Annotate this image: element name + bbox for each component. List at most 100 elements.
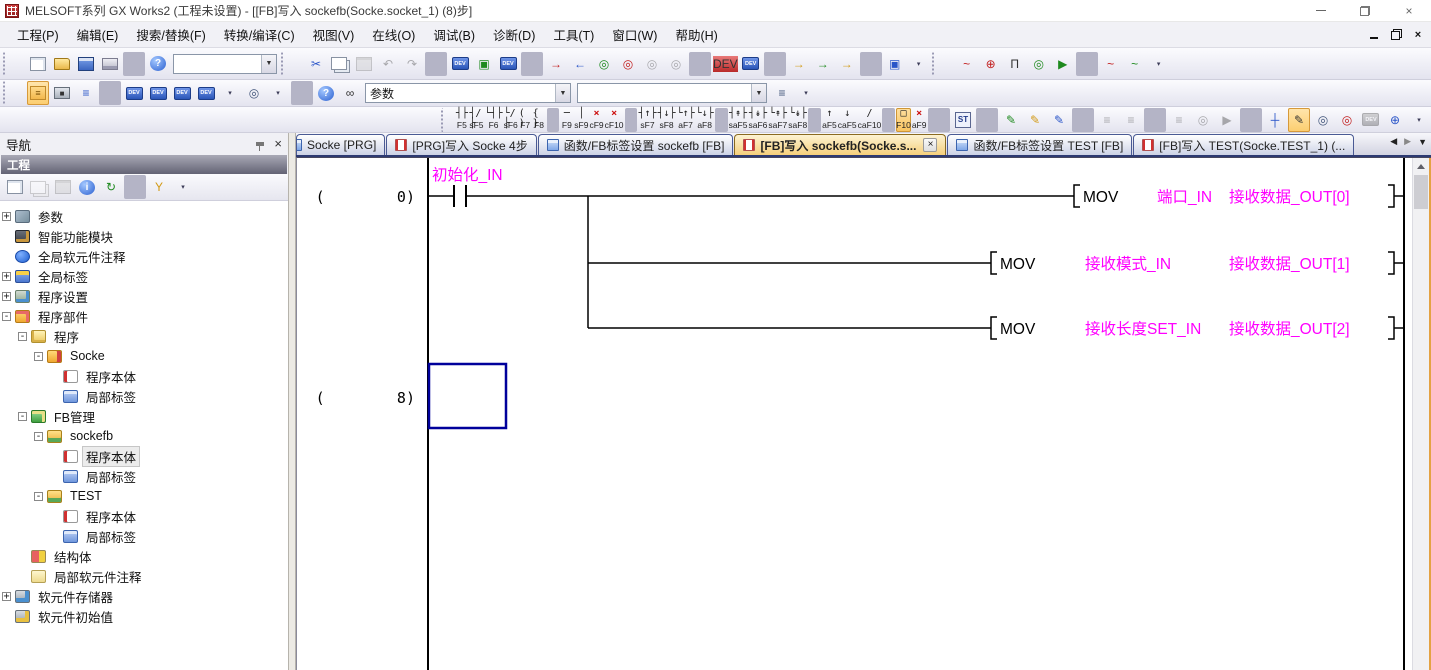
- expander-icon[interactable]: +: [2, 592, 11, 601]
- cross-reference-button[interactable]: ∞: [339, 81, 361, 105]
- tab-scroll-right-icon[interactable]: ▶: [1404, 136, 1411, 147]
- mdi-restore-button[interactable]: [1389, 29, 1403, 41]
- watch-register-button[interactable]: ~: [1100, 52, 1122, 76]
- save-project-button[interactable]: [75, 52, 97, 76]
- connect-line-edit-icon[interactable]: ┼: [1264, 108, 1286, 132]
- falling-pulse-not-branch-key[interactable]: └↡├saF8: [788, 108, 807, 132]
- menu-find-replace[interactable]: 搜索/替换(F): [127, 21, 214, 48]
- tree-item-program[interactable]: - 程序: [0, 326, 288, 346]
- menu-edit[interactable]: 编辑(E): [68, 21, 128, 48]
- new-project-button[interactable]: [27, 52, 49, 76]
- menu-diagnostics[interactable]: 诊断(D): [484, 21, 544, 48]
- device-monitor-button[interactable]: ▣: [473, 52, 495, 76]
- menu-tool[interactable]: 工具(T): [544, 21, 603, 48]
- falling-pulse-branch-key[interactable]: └↓├aF8: [696, 108, 714, 132]
- menu-project[interactable]: 工程(P): [8, 21, 68, 48]
- comment-edit-icon[interactable]: ✎: [1048, 108, 1070, 132]
- sort-filter-icon[interactable]: Y: [148, 175, 170, 199]
- menu-debug[interactable]: 调试(B): [424, 21, 484, 48]
- expander-icon[interactable]: -: [34, 492, 43, 501]
- output-window-button[interactable]: ≡: [75, 81, 97, 105]
- falling-pulse-key[interactable]: ┤↓├sF8: [658, 108, 676, 132]
- open-project-button[interactable]: [51, 52, 73, 76]
- rising-pulse-not-key[interactable]: ┤↟├saF5: [729, 108, 748, 132]
- vertical-scrollbar[interactable]: [1412, 158, 1429, 670]
- device-hex-display-button[interactable]: DEV: [497, 52, 519, 76]
- find-menu-icon[interactable]: ▾: [267, 81, 289, 105]
- trace-find-button[interactable]: ◎: [1028, 52, 1050, 76]
- delete-vertical-line-key[interactable]: ×cF10: [605, 108, 624, 132]
- cut-button[interactable]: ✂: [305, 52, 327, 76]
- expander-icon[interactable]: +: [2, 292, 11, 301]
- mdi-close-button[interactable]: ×: [1411, 29, 1425, 41]
- coil-key[interactable]: ( )F7: [519, 108, 532, 132]
- trace-play-button[interactable]: ▶: [1052, 52, 1074, 76]
- pulse-trace-button[interactable]: Π: [1004, 52, 1026, 76]
- write-to-plc-button[interactable]: →: [545, 52, 567, 76]
- falling-pulse-not-key[interactable]: ┤↡├saF6: [748, 108, 767, 132]
- tree-item-struct[interactable]: 结构体: [0, 546, 288, 566]
- nav-close-icon[interactable]: ×: [274, 139, 282, 149]
- device-comment-button[interactable]: DEV: [449, 52, 471, 76]
- watch-start-button[interactable]: ~: [1124, 52, 1146, 76]
- pulse-result-key[interactable]: ↓caF5: [838, 108, 857, 132]
- tab-label-setting-test[interactable]: 函数/FB标签设置 TEST [FB]: [947, 134, 1132, 155]
- rising-pulse-not-branch-key[interactable]: └↟├saF7: [768, 108, 787, 132]
- device-display-button[interactable]: DEV: [195, 81, 217, 105]
- delete-horizontal-line-key[interactable]: ×cF9: [589, 108, 603, 132]
- note-edit-icon[interactable]: ✎: [1024, 108, 1046, 132]
- tree-item-global-label[interactable]: + 全局标签: [0, 266, 288, 286]
- close-button[interactable]: ×: [1387, 0, 1431, 21]
- device-write-button[interactable]: DEV: [713, 52, 738, 76]
- refresh-icon[interactable]: ↻: [100, 175, 122, 199]
- zoom-icon[interactable]: ⊕: [1384, 108, 1406, 132]
- statement-edit-icon[interactable]: ✎: [1000, 108, 1022, 132]
- device-read-button[interactable]: DEV: [740, 52, 762, 76]
- tab-socke-prg[interactable]: Socke [PRG]: [296, 134, 385, 155]
- value-combo[interactable]: ▼: [577, 83, 767, 103]
- tree-item-test-local-label[interactable]: 局部标签: [0, 526, 288, 546]
- tab-scroll-left-icon[interactable]: ◀: [1390, 136, 1397, 147]
- rising-pulse-key[interactable]: ┤↑├sF7: [638, 108, 656, 132]
- minimize-button[interactable]: [1299, 0, 1343, 21]
- tab-prg-write-socke[interactable]: [PRG]写入 Socke 4步: [386, 134, 536, 155]
- menu-window[interactable]: 窗口(W): [603, 21, 666, 48]
- expander-icon[interactable]: -: [18, 412, 27, 421]
- application-instruction-key[interactable]: { }F8: [533, 108, 546, 132]
- print-button[interactable]: [99, 52, 121, 76]
- tree-item-pou[interactable]: - 程序部件: [0, 306, 288, 326]
- help-button[interactable]: ?: [147, 52, 169, 76]
- new-data-icon[interactable]: [4, 175, 26, 199]
- toolbar1-overflow-icon[interactable]: ▾: [908, 52, 930, 76]
- read-from-plc-button[interactable]: ←: [569, 52, 591, 76]
- rising-pulse-branch-key[interactable]: └↑├aF7: [677, 108, 695, 132]
- not-operation-key[interactable]: /caF10: [858, 108, 882, 132]
- combo-dropdown-icon[interactable]: ▼: [751, 84, 766, 102]
- find-replace-button[interactable]: ◎: [243, 81, 265, 105]
- open-contact-key[interactable]: ┤├F5: [455, 108, 468, 132]
- toolbar1-overflow-icon-2[interactable]: ▾: [1148, 52, 1170, 76]
- tree-item-parameter[interactable]: + 参数: [0, 206, 288, 226]
- monitor-start-button[interactable]: ◎: [593, 52, 615, 76]
- device-display-menu-icon[interactable]: ▾: [219, 81, 241, 105]
- device-batch-button[interactable]: DEV: [147, 81, 169, 105]
- monitor-mode-icon[interactable]: ◎: [1312, 108, 1334, 132]
- tab-menu-icon[interactable]: ▼: [1418, 137, 1427, 147]
- transfer-other-button[interactable]: →: [836, 52, 858, 76]
- invert-result-key[interactable]: ↑aF5: [822, 108, 837, 132]
- panel-splitter[interactable]: [288, 133, 296, 670]
- tree-item-fb-mgmt[interactable]: - FB管理: [0, 406, 288, 426]
- tab-fb-write-test[interactable]: [FB]写入 TEST(Socke.TEST_1) (...: [1133, 134, 1354, 155]
- tree-item-test-body[interactable]: 程序本体: [0, 506, 288, 526]
- sort-menu-icon[interactable]: ▾: [172, 175, 194, 199]
- data-info-icon[interactable]: i: [76, 175, 98, 199]
- tree-item-socke-local-label[interactable]: 局部标签: [0, 386, 288, 406]
- tree-item-sockefb-body[interactable]: 程序本体: [0, 446, 288, 466]
- write-mode-icon[interactable]: ✎: [1288, 108, 1310, 132]
- sampling-trace-button[interactable]: ~: [956, 52, 978, 76]
- device-comment-display-button[interactable]: DEV: [123, 81, 145, 105]
- tree-item-local-device-comment[interactable]: 局部软元件注释: [0, 566, 288, 586]
- scrollbar-thumb[interactable]: [1414, 175, 1428, 209]
- expander-icon[interactable]: -: [18, 332, 27, 341]
- tree-item-sockefb[interactable]: - sockefb: [0, 426, 288, 446]
